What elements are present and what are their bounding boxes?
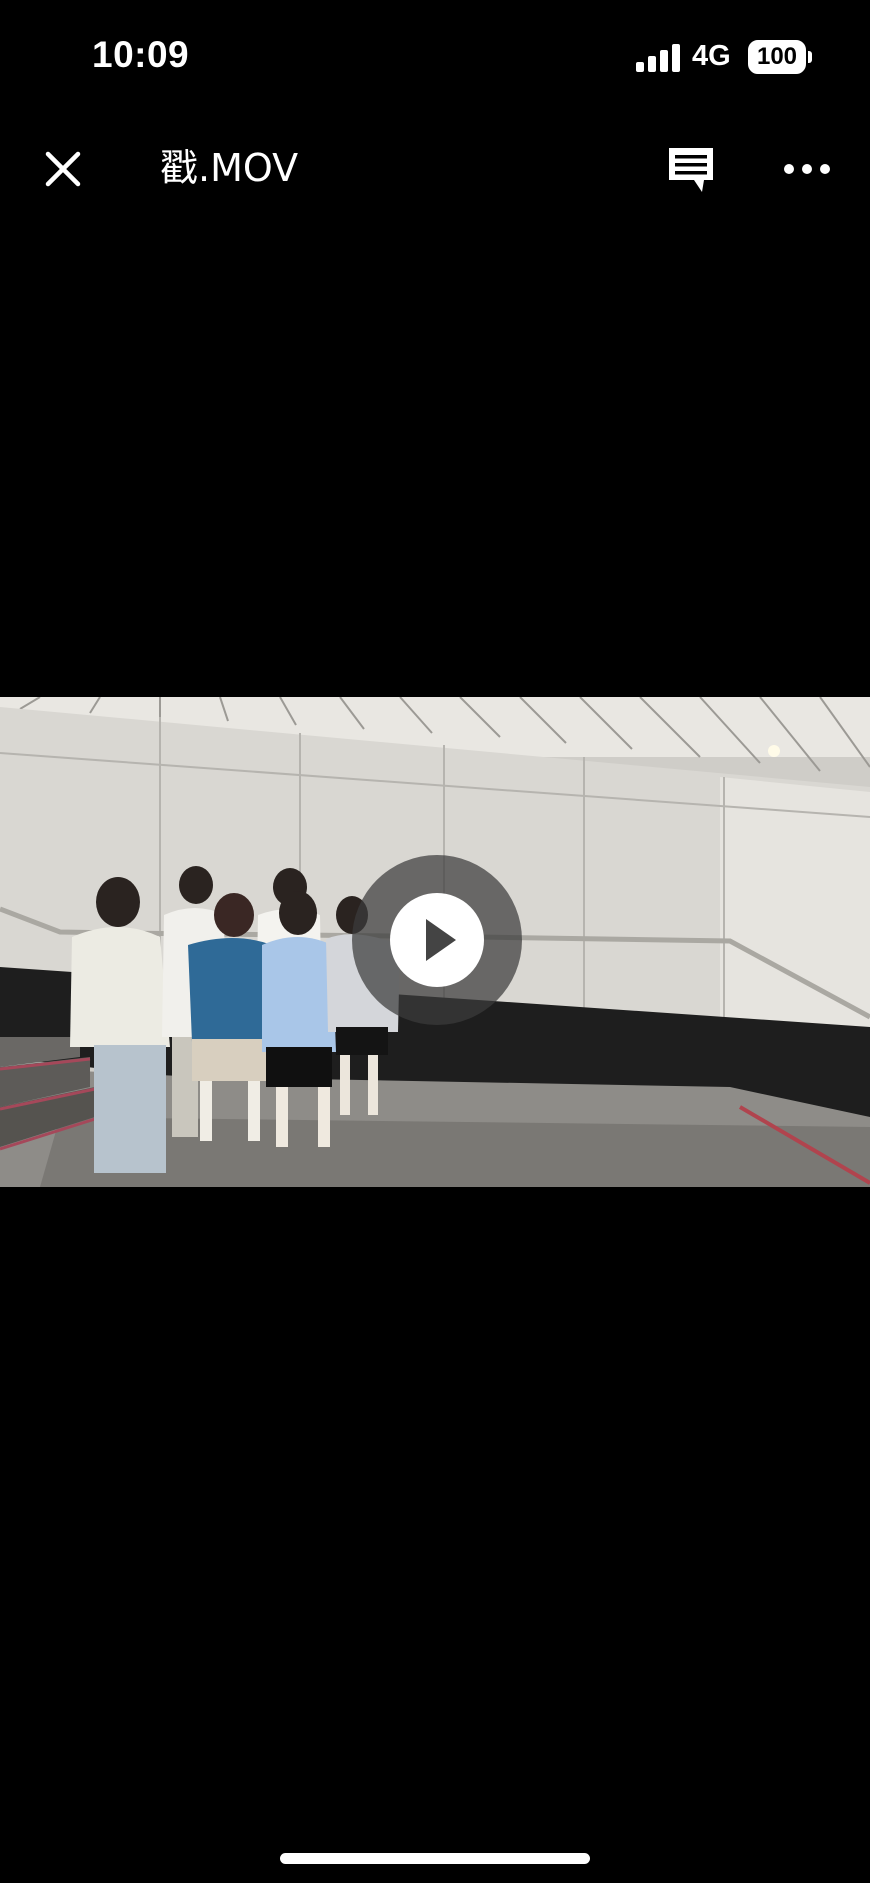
status-bar: 10:09 4G 100 — [0, 0, 870, 115]
battery-level: 100 — [756, 43, 798, 70]
network-type: 4G — [692, 40, 731, 72]
close-icon — [45, 151, 81, 187]
status-time: 10:09 — [92, 34, 190, 75]
viewer-header: 戳.MOV — [0, 120, 870, 220]
more-options-button[interactable] — [780, 148, 834, 190]
video-player[interactable] — [0, 697, 870, 1187]
comment-button[interactable] — [664, 142, 718, 196]
battery-tip — [808, 51, 812, 63]
home-indicator[interactable] — [280, 1853, 590, 1864]
file-title: 戳.MOV — [160, 146, 299, 190]
close-button[interactable] — [36, 142, 90, 196]
battery-icon: 100 — [748, 40, 806, 74]
more-icon — [784, 164, 830, 174]
comment-icon — [669, 148, 713, 192]
play-circle — [390, 893, 484, 987]
signal-icon — [636, 44, 680, 72]
play-button[interactable] — [352, 855, 522, 1025]
play-icon — [426, 919, 456, 961]
